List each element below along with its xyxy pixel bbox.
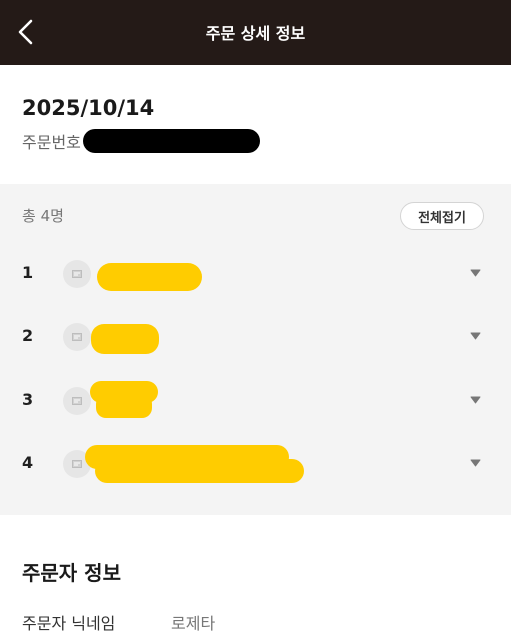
orderer-section-title: 주문자 정보 xyxy=(22,561,121,585)
name-redaction xyxy=(95,459,304,483)
orderer-nickname-label: 주문자 닉네임 xyxy=(22,614,116,633)
orderer-nickname-value: 로제타 xyxy=(171,614,216,633)
avatar xyxy=(63,260,91,288)
member-list-section: 총 4명 전체접기 1 2 3 4 xyxy=(0,184,511,515)
member-total-count: 총 4명 xyxy=(22,207,64,225)
order-number-label: 주문번호 xyxy=(22,133,81,152)
avatar xyxy=(63,387,91,415)
profile-card-icon xyxy=(72,333,82,341)
member-row[interactable]: 4 xyxy=(0,439,511,489)
name-redaction xyxy=(91,324,159,354)
member-row[interactable]: 1 xyxy=(0,249,511,299)
collapse-all-button[interactable]: 전체접기 xyxy=(400,202,484,230)
page-title: 주문 상세 정보 xyxy=(205,24,306,43)
avatar xyxy=(63,323,91,351)
caret-down-icon xyxy=(470,332,481,340)
member-index: 1 xyxy=(22,263,34,282)
profile-card-icon xyxy=(72,460,82,468)
member-row[interactable]: 3 xyxy=(0,376,511,426)
caret-down-icon xyxy=(470,396,481,404)
order-number-redaction xyxy=(82,129,260,153)
name-redaction xyxy=(96,394,152,418)
name-redaction xyxy=(97,263,202,291)
caret-down-icon xyxy=(470,269,481,277)
member-index: 3 xyxy=(22,390,34,409)
profile-card-icon xyxy=(72,397,82,405)
member-row[interactable]: 2 xyxy=(0,312,511,362)
order-date: 2025/10/14 xyxy=(22,96,155,120)
member-index: 2 xyxy=(22,326,34,345)
member-index: 4 xyxy=(22,453,34,472)
order-number-row: 주문번호 xyxy=(22,129,260,153)
profile-card-icon xyxy=(72,270,82,278)
caret-down-icon xyxy=(470,459,481,467)
header-bar: 주문 상세 정보 xyxy=(0,0,511,65)
